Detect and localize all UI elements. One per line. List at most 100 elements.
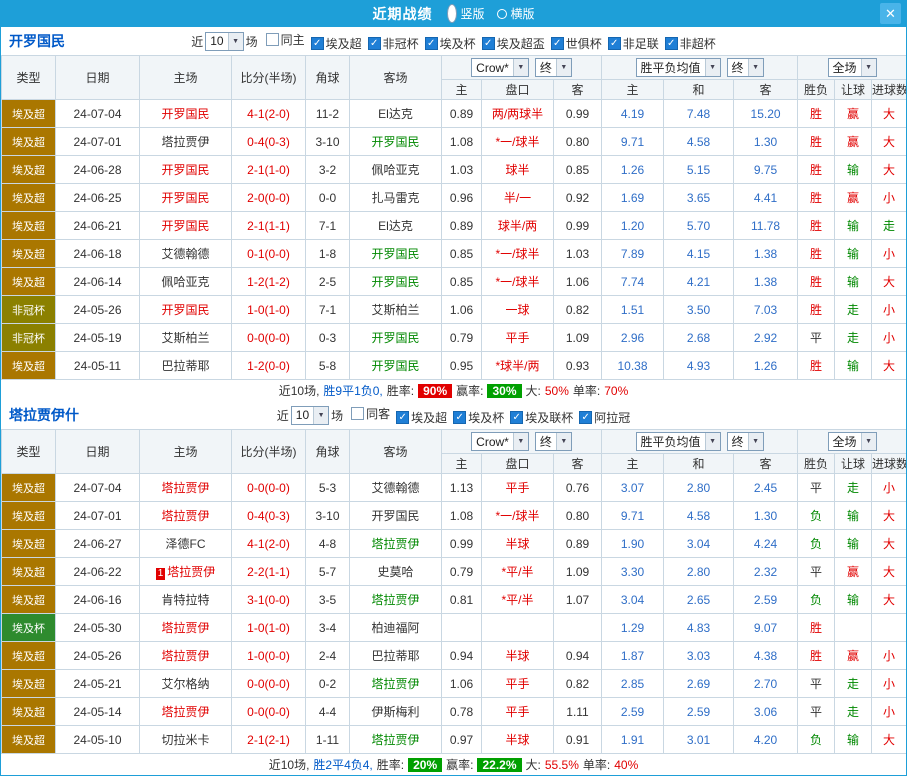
match-row: 非冠杯 24-05-19 艾斯柏兰 0-0(0-0) 0-3 开罗国民 0.79… [2,324,907,352]
near-label: 近 [191,33,203,50]
league-type-badge: 埃及超 [2,268,56,296]
league-type-badge: 埃及超 [2,474,56,502]
filter-label: 埃及超盃 [497,35,545,52]
match-date: 24-07-01 [56,502,140,530]
handicap-result-cell: 走 [835,698,872,726]
league-filters: 同客埃及超埃及杯埃及联杯阿拉冠 [345,405,630,426]
checkbox-icon[interactable] [551,37,564,50]
odds-state-select[interactable]: 终▼ [535,58,572,77]
euro-draw-odds: 4.83 [664,614,734,642]
euro-odds-select[interactable]: 胜平负均值▼ [636,58,721,77]
goals-result-cell: 大 [872,558,907,586]
odds-state-select[interactable]: 终▼ [535,432,572,451]
asian-away-odds: 1.07 [554,586,602,614]
league-type-badge: 埃及超 [2,642,56,670]
league-filter[interactable]: 埃及杯 [425,35,476,52]
checkbox-icon[interactable] [665,37,678,50]
radio-selected-icon[interactable] [447,4,457,23]
league-filter[interactable]: 埃及超盃 [482,35,545,52]
layout-vertical-radio[interactable]: 竖版 [444,4,484,23]
odds-company-select[interactable]: Crow*▼ [471,58,529,77]
home-team-cell: 泽德FC [140,530,232,558]
horizontal-radio-label: 横版 [511,5,535,22]
summary-big-value: 55.5% [545,758,579,772]
checkbox-icon[interactable] [351,407,364,420]
league-filter[interactable]: 埃及超 [311,35,362,52]
league-filter[interactable]: 同主 [266,31,305,48]
summary-games: 近10场, [279,382,320,399]
section-cairo: 开罗国民 近 10▼ 场 同主埃及超非冠杯埃及杯埃及超盃世俱杯非足联非超杯 类型… [1,27,906,401]
euro-draw-odds: 4.15 [664,240,734,268]
col-home: 主场 [140,430,232,474]
result-cell: 胜 [798,212,835,240]
col-away: 客场 [350,56,442,100]
col-cover: 让球 [835,454,872,474]
asian-away-odds: 1.09 [554,558,602,586]
euro-away-odds: 2.32 [734,558,798,586]
checkbox-icon[interactable] [482,37,495,50]
scope-select[interactable]: 全场▼ [828,58,877,77]
euro-away-odds: 2.45 [734,474,798,502]
league-type-badge: 埃及超 [2,156,56,184]
match-date: 24-05-11 [56,352,140,380]
team-name-title: 开罗国民 [9,31,65,51]
euro-odds-select[interactable]: 胜平负均值▼ [636,432,721,451]
asian-handicap-value: 平手 [482,324,554,352]
matches-table-tala: 类型 日期 主场 比分(半场) 角球 客场 Crow*▼终▼ 胜平负均值▼终▼ … [1,429,907,754]
layout-horizontal-radio[interactable]: 横版 [497,5,535,22]
league-filter[interactable]: 同客 [351,405,390,422]
checkbox-icon[interactable] [425,37,438,50]
goals-result-cell: 小 [872,296,907,324]
chevron-down-icon: ▼ [556,59,571,76]
home-team-name: 艾斯柏兰 [161,331,209,345]
match-count-select[interactable]: 10▼ [291,406,329,425]
home-team-name: 艾尔格纳 [161,677,209,691]
checkbox-icon[interactable] [510,411,523,424]
match-count-select[interactable]: 10▼ [205,32,243,51]
checkbox-icon[interactable] [311,37,324,50]
euro-away-odds: 1.38 [734,268,798,296]
checkbox-icon[interactable] [368,37,381,50]
euro-away-odds: 7.03 [734,296,798,324]
radio-unselected-icon[interactable] [497,9,507,19]
close-button[interactable]: ✕ [880,3,901,24]
result-cell: 胜 [798,296,835,324]
match-date: 24-06-28 [56,156,140,184]
odds-company-select[interactable]: Crow*▼ [471,432,529,451]
match-date: 24-06-22 [56,558,140,586]
league-filter[interactable]: 非足联 [608,35,659,52]
asian-away-odds: 0.82 [554,670,602,698]
goals-result-cell: 小 [872,324,907,352]
league-type-badge: 埃及超 [2,726,56,754]
asian-home-odds: 0.79 [442,558,482,586]
summary-cover-label: 赢率: [446,756,473,773]
league-filter[interactable]: 阿拉冠 [579,409,630,426]
league-filter[interactable]: 非超杯 [665,35,716,52]
away-team-cell: 开罗国民 [350,268,442,296]
col-score: 比分(半场) [232,56,306,100]
league-filter[interactable]: 埃及超 [396,409,447,426]
corner-cell: 2-5 [306,268,350,296]
league-filter[interactable]: 世俱杯 [551,35,602,52]
checkbox-icon[interactable] [453,411,466,424]
asian-handicap-value: 两/两球半 [482,100,554,128]
league-filter[interactable]: 埃及联杯 [510,409,573,426]
euro-state-select[interactable]: 终▼ [727,58,764,77]
col-date: 日期 [56,430,140,474]
euro-away-odds: 1.30 [734,128,798,156]
league-filter[interactable]: 非冠杯 [368,35,419,52]
checkbox-icon[interactable] [608,37,621,50]
chevron-down-icon: ▼ [748,433,763,450]
euro-away-odds: 2.92 [734,324,798,352]
euro-state-select[interactable]: 终▼ [727,432,764,451]
scope-select[interactable]: 全场▼ [828,432,877,451]
chevron-down-icon: ▼ [513,59,528,76]
goals-result-cell [872,614,907,642]
asian-handicap-value: *球半/两 [482,352,554,380]
checkbox-icon[interactable] [579,411,592,424]
checkbox-icon[interactable] [396,411,409,424]
euro-home-odds: 1.69 [602,184,664,212]
match-row: 埃及超 24-05-11 巴拉蒂耶 1-2(0-0) 5-8 开罗国民 0.95… [2,352,907,380]
league-filter[interactable]: 埃及杯 [453,409,504,426]
checkbox-icon[interactable] [266,33,279,46]
